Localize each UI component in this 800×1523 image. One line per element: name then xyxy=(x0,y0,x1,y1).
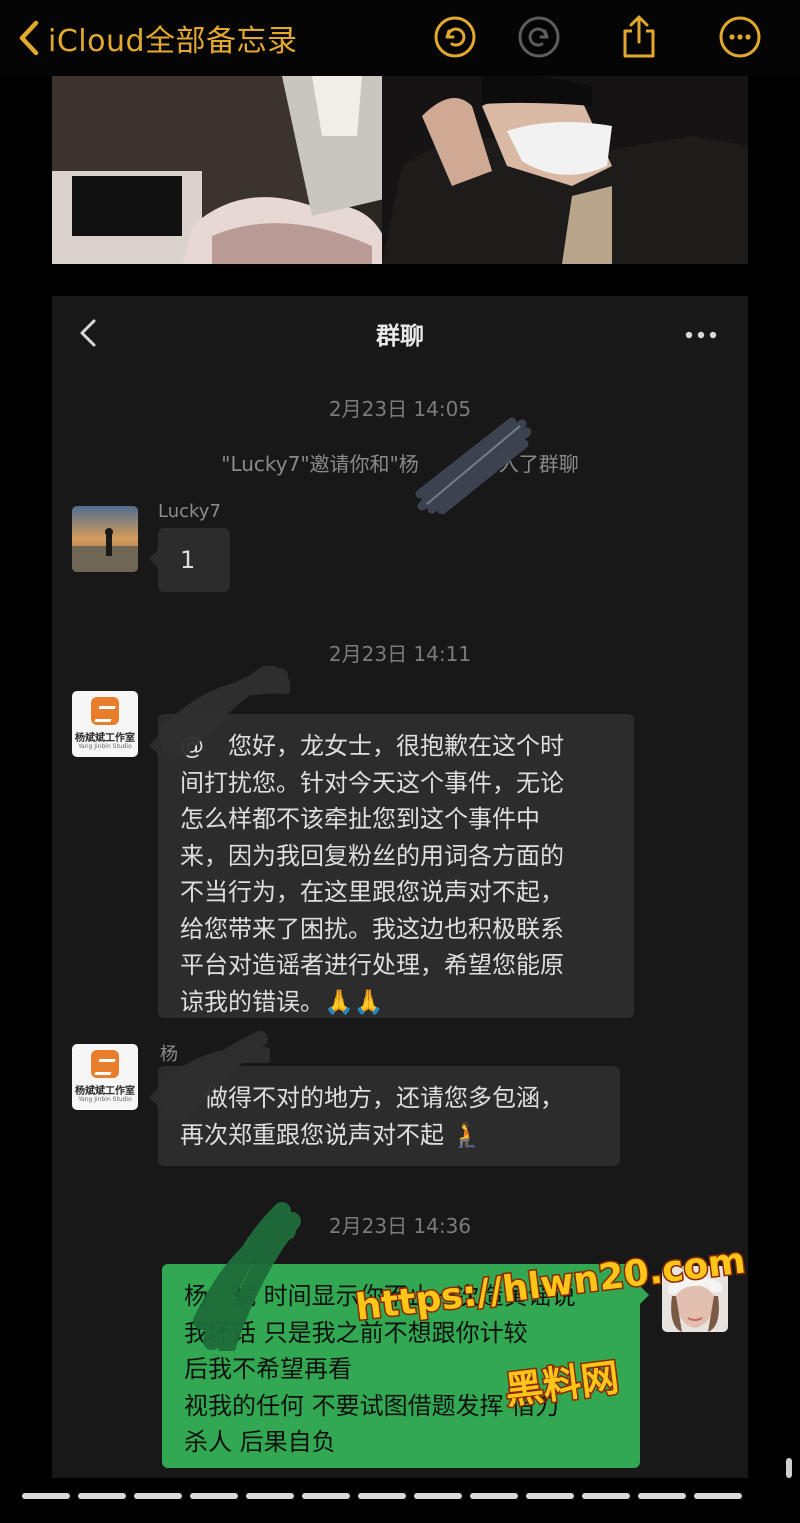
page-dash xyxy=(470,1493,518,1499)
chevron-left-icon xyxy=(18,20,40,56)
studio-logo-name: 杨斌斌工作室 xyxy=(75,733,135,744)
back-label: iCloud全部备忘录 xyxy=(48,24,298,59)
page-dash xyxy=(414,1493,462,1499)
avatar[interactable] xyxy=(72,506,138,572)
page-dash xyxy=(638,1493,686,1499)
more-icon[interactable] xyxy=(717,14,763,60)
page-dash xyxy=(694,1493,742,1499)
chat-header: 群聊 xyxy=(52,296,748,372)
undo-icon[interactable] xyxy=(432,14,478,60)
studio-logo-name: 杨斌斌工作室 xyxy=(75,1086,135,1097)
notes-top-bar: iCloud全部备忘录 xyxy=(0,0,800,76)
sender-name: Lucky7 xyxy=(158,501,221,522)
timestamp: 2月23日 14:11 xyxy=(328,642,472,666)
page-dash xyxy=(78,1493,126,1499)
studio-logo: 杨斌斌工作室 Yang Jinbin Studio xyxy=(72,1044,138,1110)
page-dash xyxy=(582,1493,630,1499)
page-dash xyxy=(358,1493,406,1499)
page-dash xyxy=(134,1493,182,1499)
studio-logo-sub: Yang Jinbin Studio xyxy=(78,743,132,750)
page-dash xyxy=(526,1493,574,1499)
avatar[interactable]: 杨斌斌工作室 Yang Jinbin Studio xyxy=(72,691,138,757)
page-dash xyxy=(190,1493,238,1499)
redo-icon[interactable] xyxy=(516,14,562,60)
studio-logo: 杨斌斌工作室 Yang Jinbin Studio xyxy=(72,691,138,757)
message-bubble[interactable]: @ 您好，龙女士，很抱歉在这个时 间打扰您。针对今天这个事件，无论 怎么样都不该… xyxy=(149,714,634,1018)
selfie-photo xyxy=(52,76,748,264)
message-bubble[interactable]: 做得不对的地方，还请您多包涵， 再次郑重跟您说声对不起 🧎 xyxy=(149,1066,620,1166)
share-icon[interactable] xyxy=(616,14,662,60)
message-bubble[interactable]: 1 xyxy=(149,528,230,592)
timestamp: 2月23日 14:05 xyxy=(328,397,472,421)
timestamp: 2月23日 14:36 xyxy=(328,1214,472,1238)
more-dots-icon[interactable] xyxy=(684,326,718,339)
avatar[interactable]: 杨斌斌工作室 Yang Jinbin Studio xyxy=(72,1044,138,1110)
studio-logo-sub: Yang Jinbin Studio xyxy=(78,1096,132,1103)
bottom-strip xyxy=(0,1478,800,1523)
scrollbar[interactable] xyxy=(786,1458,792,1478)
system-message: "Lucky7"邀请你和"杨 入了群聊 xyxy=(221,452,579,476)
back-to-notes-button[interactable]: iCloud全部备忘录 xyxy=(18,14,298,62)
page-dash xyxy=(302,1493,350,1499)
chat-title: 群聊 xyxy=(376,322,424,350)
sender-name: 杨 xyxy=(160,1044,178,1065)
page-dash xyxy=(246,1493,294,1499)
page-dash xyxy=(22,1493,70,1499)
